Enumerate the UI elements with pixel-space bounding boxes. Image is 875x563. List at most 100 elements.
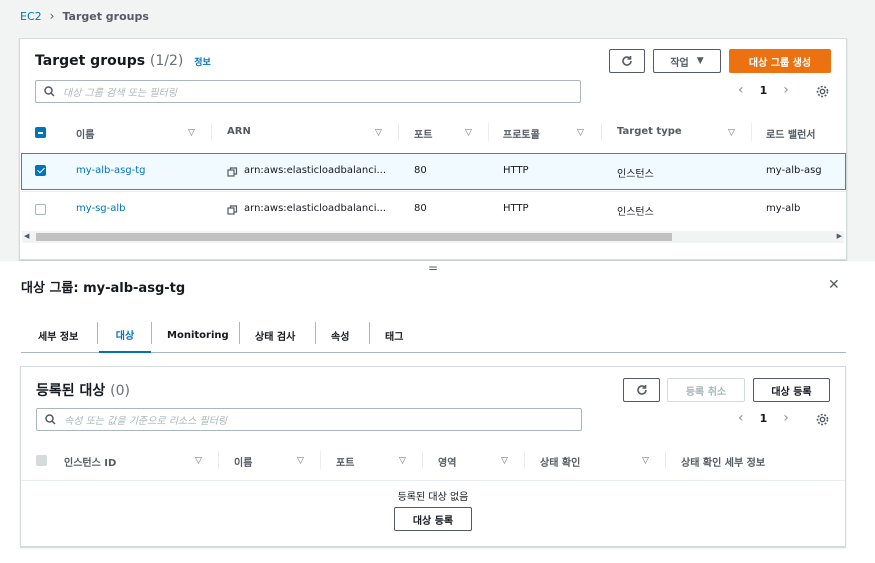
actions-label: 작업: [670, 57, 689, 69]
column-header-load-balancer[interactable]: 로드 밸런서: [766, 126, 815, 141]
horizontal-scrollbar[interactable]: ◀ ▶: [22, 231, 844, 243]
column-header-zone[interactable]: 영역: [438, 454, 456, 469]
refresh-targets-button[interactable]: [623, 378, 660, 402]
target-groups-count: (1/2): [149, 53, 184, 69]
page-number[interactable]: 1: [760, 412, 768, 425]
deregister-label: 등록 취소: [685, 386, 727, 398]
target-group-name-link[interactable]: my-alb-asg-tg: [76, 165, 146, 176]
search-icon: [44, 86, 55, 97]
sort-icon[interactable]: ▽: [728, 128, 735, 138]
refresh-button[interactable]: [609, 49, 645, 73]
column-divider: [488, 123, 489, 141]
table-row[interactable]: [21, 191, 846, 228]
resize-handle-icon[interactable]: =: [428, 261, 438, 275]
tab-details[interactable]: 세부 정보: [38, 318, 78, 353]
column-divider: [665, 451, 666, 469]
create-target-group-label: 대상 그룹 생성: [748, 57, 812, 69]
info-link[interactable]: 정보: [194, 58, 211, 68]
sort-icon[interactable]: ▽: [399, 456, 406, 466]
create-target-group-button[interactable]: 대상 그룹 생성: [729, 49, 831, 73]
column-header-name[interactable]: 이름: [234, 454, 252, 469]
breadcrumb: EC2 › Target groups: [20, 9, 149, 23]
target-group-search-input[interactable]: 대상 그룹 검색 또는 필터링: [35, 80, 581, 103]
tab-monitoring[interactable]: Monitoring: [167, 318, 229, 353]
sort-icon[interactable]: ▽: [501, 456, 508, 466]
divider: [21, 480, 845, 481]
sort-icon[interactable]: ▽: [577, 128, 584, 138]
registered-targets-heading: 등록된 대상 (0): [36, 380, 130, 400]
settings-gear-icon[interactable]: [816, 413, 829, 426]
pagination: ‹ 1 ›: [738, 410, 789, 426]
sort-icon[interactable]: ▽: [465, 128, 472, 138]
row-checkbox[interactable]: [35, 204, 46, 215]
registered-targets-title: 등록된 대상: [36, 383, 106, 399]
chevron-left-icon[interactable]: ‹: [738, 82, 744, 98]
port-value: 80: [414, 165, 427, 176]
breadcrumb-current: Target groups: [62, 9, 149, 23]
registered-targets-count: (0): [110, 383, 130, 399]
register-targets-label: 대상 등록: [771, 386, 812, 398]
column-header-port[interactable]: 포트: [336, 454, 354, 469]
tab-divider: [315, 322, 316, 344]
target-type-value: 인스턴스: [617, 169, 654, 180]
column-divider: [218, 451, 219, 469]
column-divider: [398, 123, 399, 141]
sort-icon[interactable]: ▽: [297, 456, 304, 466]
column-divider: [751, 123, 752, 141]
sort-icon[interactable]: ▽: [188, 128, 195, 138]
tab-divider: [151, 322, 152, 344]
column-header-health-details[interactable]: 상태 확인 세부 정보: [681, 454, 765, 469]
arn-value: arn:aws:elasticloadbalanci...: [244, 203, 387, 214]
row-checkbox[interactable]: [35, 165, 46, 176]
scrollbar-thumb[interactable]: [36, 233, 672, 241]
tab-targets[interactable]: 대상: [99, 318, 151, 353]
tab-tags[interactable]: 태그: [385, 318, 403, 353]
scroll-right-icon[interactable]: ▶: [837, 232, 842, 240]
column-header-target-type[interactable]: Target type: [617, 126, 682, 137]
column-header-arn[interactable]: ARN: [227, 126, 251, 137]
actions-dropdown[interactable]: 작업 ▼: [653, 49, 721, 73]
chevron-right-icon: ›: [49, 9, 55, 23]
select-all-checkbox: [36, 455, 47, 466]
target-groups-title: Target groups: [35, 53, 146, 69]
load-balancer-value: my-alb: [766, 203, 801, 214]
sort-icon[interactable]: ▽: [642, 456, 649, 466]
tab-attributes[interactable]: 속성: [331, 318, 349, 353]
scroll-left-icon[interactable]: ◀: [24, 232, 29, 240]
target-group-name-link[interactable]: my-sg-alb: [76, 203, 126, 214]
detail-title: 대상 그룹: my-alb-asg-tg: [21, 281, 186, 296]
target-groups-heading: Target groups (1/2) 정보: [35, 53, 211, 69]
sort-icon[interactable]: ▽: [375, 128, 382, 138]
tab-health-checks[interactable]: 상태 검사: [255, 318, 295, 353]
arn-value: arn:aws:elasticloadbalanci...: [244, 165, 387, 176]
chevron-right-icon[interactable]: ›: [783, 82, 789, 98]
breadcrumb-ec2-link[interactable]: EC2: [20, 10, 42, 23]
column-header-instance-id[interactable]: 인스턴스 ID: [64, 454, 116, 469]
tab-divider: [97, 322, 98, 344]
protocol-value: HTTP: [503, 203, 529, 214]
column-header-health-status[interactable]: 상태 확인: [540, 454, 580, 469]
copy-icon[interactable]: [227, 167, 238, 178]
deregister-button[interactable]: 등록 취소: [667, 378, 745, 402]
copy-icon[interactable]: [227, 205, 238, 216]
select-all-checkbox[interactable]: [35, 127, 46, 138]
register-targets-button[interactable]: 대상 등록: [753, 378, 830, 402]
refresh-icon: [636, 385, 647, 395]
tab-divider: [369, 322, 370, 344]
sort-icon[interactable]: ▽: [195, 456, 202, 466]
targets-search-input[interactable]: 속성 또는 값을 기준으로 리소스 필터링: [36, 408, 582, 431]
caret-down-icon: ▼: [696, 56, 704, 66]
empty-register-targets-button[interactable]: 대상 등록: [394, 507, 472, 531]
settings-gear-icon[interactable]: [816, 85, 829, 98]
tab-divider: [239, 322, 240, 344]
pagination: ‹ 1 ›: [738, 82, 789, 98]
column-divider: [601, 123, 602, 141]
load-balancer-value: my-alb-asg: [766, 165, 822, 176]
close-icon[interactable]: ✕: [828, 277, 840, 293]
chevron-right-icon[interactable]: ›: [783, 410, 789, 426]
page-number[interactable]: 1: [760, 84, 768, 97]
column-header-name[interactable]: 이름: [76, 126, 94, 141]
column-header-port[interactable]: 포트: [414, 126, 432, 141]
chevron-left-icon[interactable]: ‹: [738, 410, 744, 426]
column-header-protocol[interactable]: 프로토콜: [503, 126, 540, 141]
